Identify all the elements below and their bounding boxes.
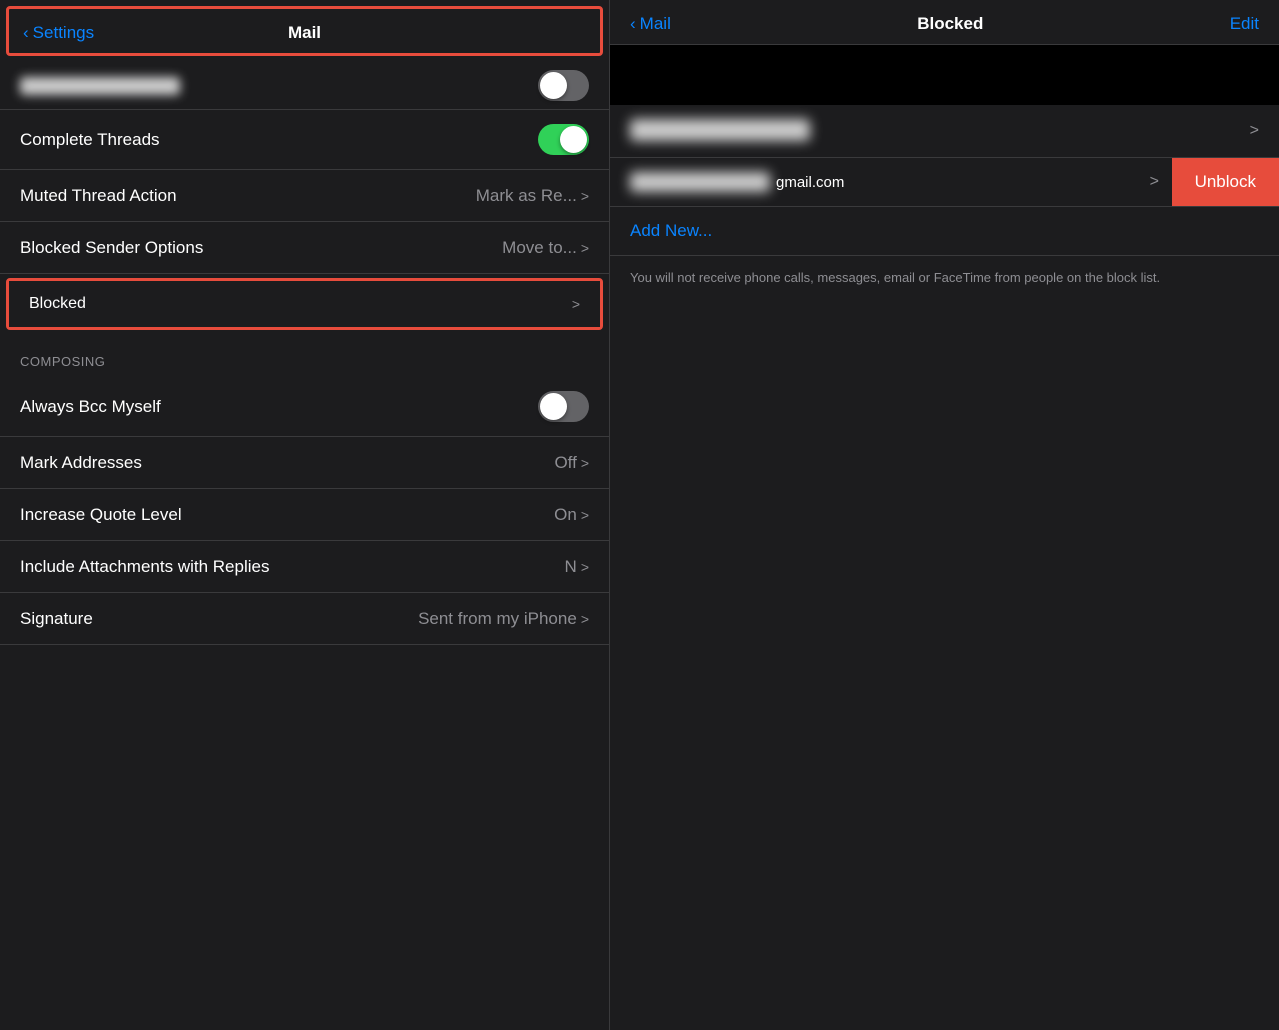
- blocked-back-button[interactable]: ‹ Mail: [630, 14, 671, 34]
- mark-addresses-row[interactable]: Mark Addresses Off >: [0, 437, 609, 489]
- add-new-link[interactable]: Add New...: [630, 221, 712, 240]
- page-title: Mail: [288, 23, 321, 43]
- complete-threads-row: Complete Threads: [0, 110, 609, 170]
- chevron-right-icon: >: [581, 455, 589, 471]
- mark-addresses-value: Off >: [554, 453, 589, 473]
- contact-2-email-blur: [630, 172, 770, 192]
- signature-row[interactable]: Signature Sent from my iPhone >: [0, 593, 609, 645]
- include-attachments-value: N >: [565, 557, 589, 577]
- chevron-right-icon: >: [581, 559, 589, 575]
- blocked-title: Blocked: [917, 14, 983, 34]
- blocked-sender-options-row[interactable]: Blocked Sender Options Move to... >: [0, 222, 609, 274]
- blocked-description: You will not receive phone calls, messag…: [610, 256, 1279, 300]
- increase-quote-label: Increase Quote Level: [20, 505, 182, 525]
- chevron-right-icon: >: [1250, 122, 1259, 140]
- chevron-right-icon: >: [1150, 173, 1159, 191]
- blocked-list: > gmail.com > Unblock Add New... You wil…: [610, 105, 1279, 300]
- increase-quote-value: On >: [554, 505, 589, 525]
- partial-row: [0, 62, 609, 110]
- include-attachments-label: Include Attachments with Replies: [20, 557, 269, 577]
- unblock-container: Unblock: [1172, 158, 1279, 206]
- chevron-right-icon: >: [581, 507, 589, 523]
- always-bcc-row: Always Bcc Myself: [0, 377, 609, 437]
- blocked-sender-label: Blocked Sender Options: [20, 238, 203, 258]
- settings-list: Complete Threads Muted Thread Action Mar…: [0, 62, 609, 1030]
- mark-addresses-label: Mark Addresses: [20, 453, 142, 473]
- blocked-label: Blocked: [29, 295, 86, 313]
- unblock-button[interactable]: Unblock: [1175, 161, 1276, 203]
- edit-button[interactable]: Edit: [1230, 14, 1259, 34]
- muted-thread-action-label: Muted Thread Action: [20, 186, 177, 206]
- add-new-row[interactable]: Add New...: [610, 207, 1279, 256]
- partial-toggle[interactable]: [538, 70, 589, 101]
- muted-thread-action-value: Mark as Re... >: [476, 186, 589, 206]
- contact-1-name: [630, 119, 810, 141]
- blocked-header: ‹ Mail Blocked Edit: [610, 0, 1279, 45]
- contact-2-email-suffix: gmail.com: [776, 174, 844, 191]
- blocked-back-label: Mail: [640, 14, 671, 34]
- increase-quote-row[interactable]: Increase Quote Level On >: [0, 489, 609, 541]
- blocked-sender-value: Move to... >: [502, 238, 589, 258]
- chevron-left-icon: ‹: [630, 14, 636, 34]
- chevron-right-icon: >: [581, 240, 589, 256]
- complete-threads-toggle[interactable]: [538, 124, 589, 155]
- blocked-row-highlighted[interactable]: Blocked >: [6, 278, 603, 330]
- contact-2-info: gmail.com: [630, 172, 1142, 192]
- chevron-left-icon: ‹: [23, 23, 29, 43]
- contact-2-email-row: gmail.com: [630, 172, 1142, 192]
- settings-back-button[interactable]: ‹ Settings: [23, 23, 94, 43]
- partial-label: [20, 77, 180, 95]
- mail-settings-header: ‹ Settings Mail: [6, 6, 603, 56]
- blocked-contact-2[interactable]: gmail.com > Unblock: [610, 158, 1279, 207]
- signature-value: Sent from my iPhone >: [418, 609, 589, 629]
- contact-1-info: [630, 119, 1242, 143]
- composing-section-header: COMPOSING: [0, 334, 609, 377]
- right-panel: ‹ Mail Blocked Edit > gmail.com > Unb: [610, 0, 1279, 1030]
- signature-label: Signature: [20, 609, 93, 629]
- left-panel: ‹ Settings Mail Complete Threads Muted T…: [0, 0, 610, 1030]
- muted-thread-action-row[interactable]: Muted Thread Action Mark as Re... >: [0, 170, 609, 222]
- blocked-contact-1[interactable]: >: [610, 105, 1279, 158]
- top-spacer: [610, 45, 1279, 105]
- chevron-right-icon: >: [581, 611, 589, 627]
- always-bcc-label: Always Bcc Myself: [20, 397, 161, 417]
- settings-back-label: Settings: [33, 23, 94, 43]
- include-attachments-row[interactable]: Include Attachments with Replies N >: [0, 541, 609, 593]
- always-bcc-toggle[interactable]: [538, 391, 589, 422]
- chevron-right-icon: >: [581, 188, 589, 204]
- complete-threads-label: Complete Threads: [20, 130, 160, 150]
- chevron-right-icon: >: [572, 296, 580, 312]
